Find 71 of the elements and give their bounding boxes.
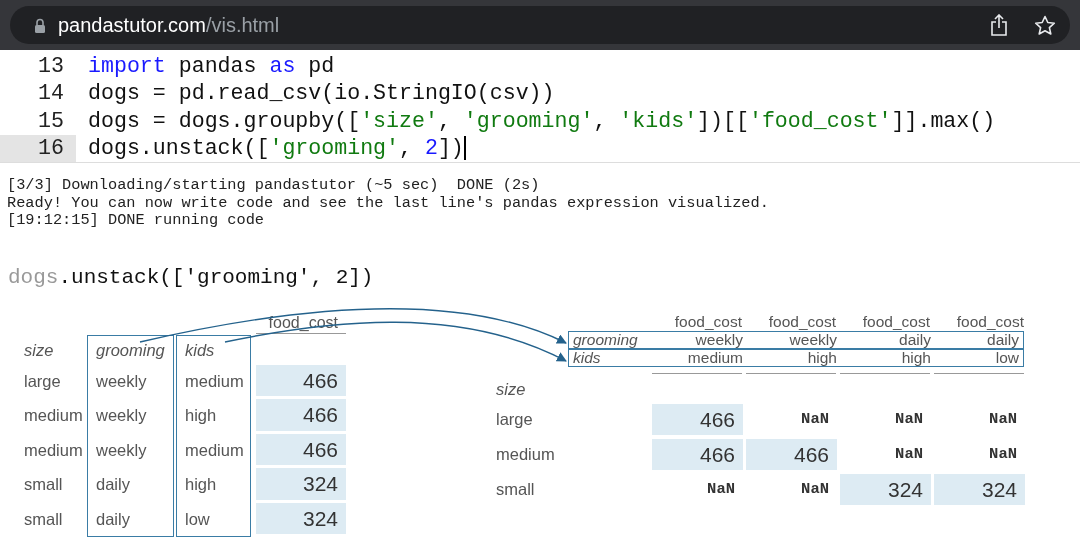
column-label: high	[806, 348, 838, 367]
column-header: food_cost	[767, 312, 837, 331]
code-line: import pandas as pd	[87, 53, 335, 78]
index-name: size	[24, 339, 55, 361]
value-cell-text: NaN	[800, 408, 830, 430]
url-text: pandastutor.com/vis.html	[58, 13, 280, 37]
column-header: food_cost	[673, 312, 743, 331]
column-header: food_cost	[256, 312, 346, 334]
index-label: small	[24, 508, 64, 530]
value-cell-text: NaN	[800, 478, 830, 500]
index-label: small	[24, 474, 64, 495]
value-cell-text: NaN	[988, 443, 1018, 465]
column-label: daily	[898, 330, 932, 349]
value-cell: 466	[652, 403, 743, 435]
column-label: high	[900, 348, 932, 367]
value-cell-text: NaN	[894, 443, 924, 465]
level-name: grooming	[572, 330, 639, 349]
log-line: [19:12:15] DONE running code	[7, 212, 266, 230]
value-cell: 324	[934, 473, 1025, 505]
index-label: high	[185, 474, 218, 495]
value-cell: 466	[256, 399, 346, 431]
value-cell-text: NaN	[988, 408, 1018, 430]
index-label: medium	[185, 370, 245, 392]
index-label: high	[185, 405, 218, 426]
value-cell: 324	[840, 473, 931, 505]
index-label: large	[24, 370, 62, 392]
bookmark-star-icon[interactable]	[1034, 14, 1056, 36]
column-label: low	[994, 348, 1020, 367]
index-label: weekly	[96, 370, 148, 392]
index-label: medium	[185, 439, 245, 461]
index-name: grooming	[96, 339, 166, 361]
index-label: medium	[495, 444, 556, 464]
index-label: small	[495, 479, 536, 499]
value-cell-text: NaN	[894, 408, 924, 430]
value-cell: 466	[652, 438, 743, 470]
expression-title: dogs.unstack(['grooming', 2])	[8, 265, 375, 289]
share-icon[interactable]	[990, 14, 1008, 36]
column-label: weekly	[788, 330, 838, 349]
address-bar[interactable]: pandastutor.com/vis.html	[10, 6, 1070, 44]
level-name: kids	[572, 348, 602, 367]
column-header: food_cost	[955, 312, 1025, 331]
index-label: medium	[24, 439, 84, 461]
column-label: medium	[686, 348, 744, 367]
index-label: weekly	[96, 439, 148, 461]
index-label: low	[185, 508, 211, 530]
code-line: dogs = dogs.groupby(['size', 'grooming', 'kids'])[['food_cost']].max()	[87, 108, 996, 133]
value-cell: 466	[256, 364, 346, 396]
log-line: [3/3] Downloading/starting pandastutor (~5 sec) DONE (2s)	[7, 177, 541, 195]
line-number: 16	[0, 134, 76, 162]
column-header: food_cost	[861, 312, 931, 331]
value-cell: 466	[746, 438, 837, 470]
index-label: daily	[96, 508, 131, 530]
value-cell: 324	[256, 468, 346, 500]
lock-icon	[34, 17, 46, 33]
index-label: daily	[96, 474, 131, 495]
index-name: size	[495, 378, 527, 400]
index-label: weekly	[96, 405, 148, 426]
value-cell: 324	[256, 502, 346, 534]
code-line: dogs = pd.read_csv(io.StringIO(csv))	[87, 81, 555, 106]
line-number: 14	[37, 80, 65, 107]
index-label: large	[495, 409, 534, 429]
index-label: medium	[24, 405, 84, 426]
column-label: daily	[986, 330, 1020, 349]
line-number: 13	[37, 52, 65, 80]
log-line: Ready! You can now write code and see the last line's pandas expression visualized.	[7, 194, 770, 212]
column-label: weekly	[694, 330, 744, 349]
value-cell-text: NaN	[706, 478, 736, 500]
index-name: kids	[185, 339, 216, 361]
line-number: 15	[37, 107, 65, 135]
value-cell: 466	[256, 433, 346, 465]
code-line: dogs.unstack(['grooming', 2])	[87, 136, 466, 161]
